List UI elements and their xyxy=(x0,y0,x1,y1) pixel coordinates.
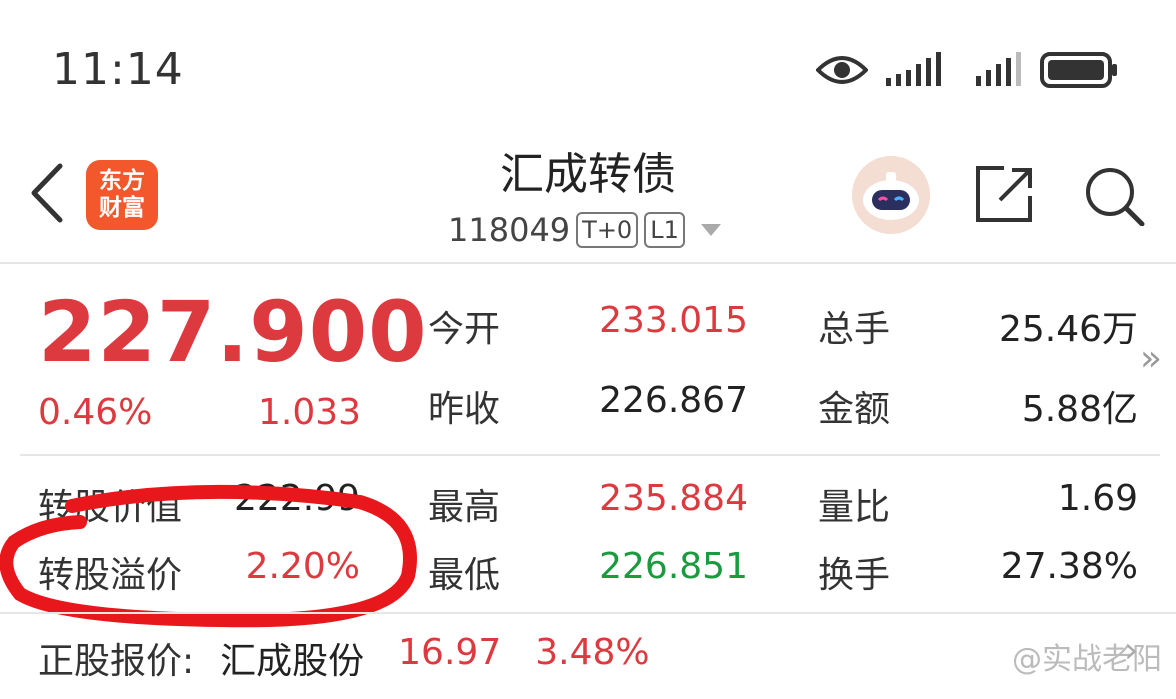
underlying-label: 正股报价: xyxy=(38,641,195,682)
stat-label-vol-ratio: 量比 xyxy=(818,487,891,528)
battery-icon xyxy=(1040,52,1117,88)
stat-value-high: 235.884 xyxy=(599,478,748,519)
stat-label-high: 最高 xyxy=(428,487,501,528)
watermark: @实战老阳 xyxy=(1012,642,1162,677)
stat-label-turnover: 换手 xyxy=(818,555,891,596)
signal-icon xyxy=(976,52,1021,86)
underlying-name: 汇成股份 xyxy=(220,641,365,682)
stat-label-low: 最低 xyxy=(428,555,501,596)
stat-value-open: 233.015 xyxy=(599,300,748,341)
trade-tag: T+0 xyxy=(576,212,639,248)
stat-value-low: 226.851 xyxy=(599,546,748,587)
stat-value-vol-ratio: 1.69 xyxy=(1057,478,1138,519)
divider xyxy=(20,454,1160,456)
status-time: 11:14 xyxy=(52,44,184,95)
chevron-right-icon[interactable]: › xyxy=(1124,630,1138,671)
underlying-stock-row[interactable]: 正股报价: 汇成股份 16.97 3.48% xyxy=(38,632,650,684)
stat-label-open: 今开 xyxy=(428,309,501,350)
caret-down-icon xyxy=(700,224,721,236)
underlying-percent: 3.48% xyxy=(535,632,650,673)
change-amount: 1.033 xyxy=(258,392,362,433)
divider xyxy=(0,262,1176,264)
security-code: 118049 xyxy=(448,211,571,249)
last-price: 227.900 xyxy=(38,283,428,381)
security-code-row[interactable]: 118049 T+0 L1 xyxy=(448,210,721,250)
stat-value-prev-close: 226.867 xyxy=(599,380,748,421)
stat-label-prev-close: 昨收 xyxy=(428,389,501,430)
stat-label-volume: 总手 xyxy=(818,309,891,350)
stat-label-amount: 金额 xyxy=(818,389,891,430)
share-icon[interactable] xyxy=(974,164,1036,224)
underlying-price: 16.97 xyxy=(398,632,502,673)
change-percent: 0.46% xyxy=(38,392,153,433)
chevron-double-right-icon[interactable]: » xyxy=(1140,338,1162,379)
stat-value-amount: 5.88亿 xyxy=(1021,389,1138,430)
eye-icon xyxy=(816,56,868,84)
divider xyxy=(0,612,1176,614)
signal-icon xyxy=(886,52,941,86)
stat-value-turnover: 27.38% xyxy=(1000,546,1138,587)
search-icon[interactable] xyxy=(1082,164,1146,226)
assistant-robot-icon[interactable] xyxy=(852,156,930,234)
stat-value-volume: 25.46万 xyxy=(998,309,1138,350)
level-tag: L1 xyxy=(644,212,685,248)
